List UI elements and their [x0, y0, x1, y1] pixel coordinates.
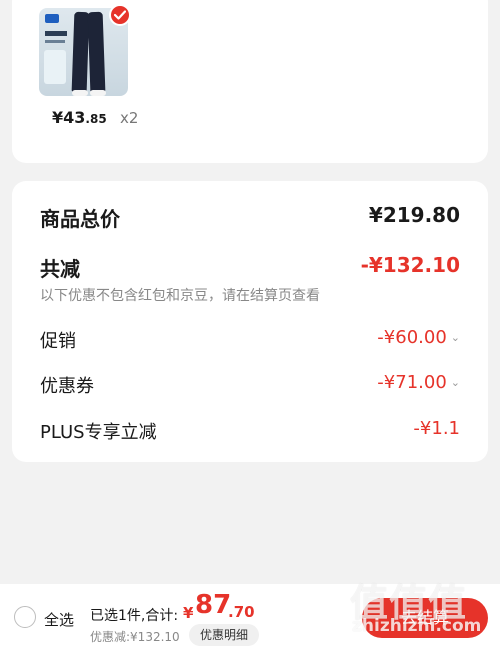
chevron-down-icon: ⌄	[450, 331, 460, 344]
selected-count: 已选1件,合计:	[90, 608, 179, 624]
select-all-label[interactable]: 全选	[44, 609, 74, 630]
checkmark-icon[interactable]	[109, 4, 131, 26]
discount-text: 优惠减:¥132.10	[90, 630, 180, 644]
product-quantity: x2	[120, 109, 139, 127]
product-card: ¥43.85 x2	[12, 0, 488, 163]
product-price: ¥43.85	[52, 108, 107, 127]
total-decimal: .70	[228, 603, 255, 621]
total-integer: 87	[195, 590, 232, 620]
reduce-note: 以下优惠不包含红包和京豆，请在结算页查看	[40, 288, 320, 304]
checkout-bar: 全选 已选1件,合计: ¥ 87 .70 优惠减:¥132.10 优惠明细 去结…	[0, 584, 500, 653]
price-summary-card: 商品总价 ¥219.80 共减 -¥132.10 以下优惠不包含红包和京豆，请在…	[12, 181, 488, 462]
total-currency: ¥	[183, 604, 194, 622]
discount-detail-button[interactable]: 优惠明细	[189, 624, 259, 646]
select-all-radio[interactable]	[14, 606, 36, 628]
checkout-button[interactable]: 去结算	[362, 598, 488, 638]
chevron-down-icon: ⌄	[450, 376, 460, 389]
